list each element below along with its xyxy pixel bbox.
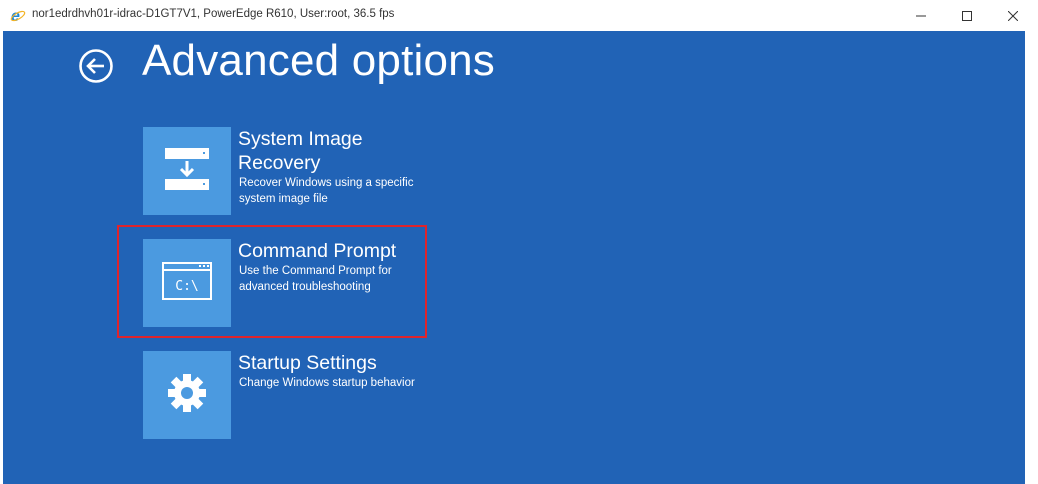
option-description: Recover Windows using a specific system … xyxy=(239,177,414,205)
minimize-icon xyxy=(916,11,926,21)
option-tile[interactable]: C:\ xyxy=(143,239,231,327)
command-prompt-icon-text: C:\ xyxy=(175,279,198,294)
window-border xyxy=(1025,31,1038,484)
window-title: nor1edrdhvh01r-idrac-D1GT7V1, PowerEdge … xyxy=(32,8,395,20)
close-button[interactable] xyxy=(990,0,1036,31)
option-tile[interactable] xyxy=(143,351,231,439)
internet-explorer-icon: e xyxy=(10,7,26,25)
window-titlebar: e nor1edrdhvh01r-idrac-D1GT7V1, PowerEdg… xyxy=(0,0,1038,31)
close-icon xyxy=(1008,10,1018,21)
command-prompt-icon: C:\ xyxy=(161,261,213,306)
option-tile[interactable] xyxy=(143,127,231,215)
back-arrow-icon xyxy=(78,49,114,88)
option-name: System Image Recovery xyxy=(238,128,363,174)
system-image-recovery-icon xyxy=(163,145,211,198)
option-name: Startup Settings xyxy=(238,352,377,374)
minimize-button[interactable] xyxy=(898,0,944,31)
option-description: Use the Command Prompt for advanced trou… xyxy=(239,265,392,293)
option-name: Command Prompt xyxy=(238,240,397,262)
maximize-icon xyxy=(962,10,972,21)
maximize-button[interactable] xyxy=(944,0,990,31)
back-button[interactable] xyxy=(78,48,114,84)
gear-icon xyxy=(165,371,209,420)
option-description: Change Windows startup behavior xyxy=(239,377,415,389)
page-title: Advanced options xyxy=(142,36,496,85)
